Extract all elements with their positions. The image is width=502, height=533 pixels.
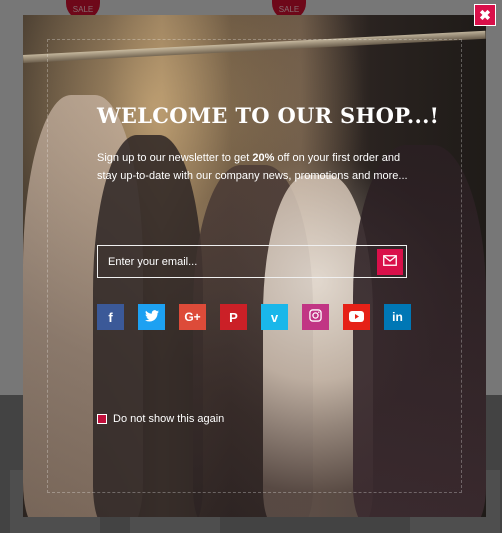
envelope-icon	[383, 254, 397, 269]
pinterest-icon: P	[229, 309, 238, 325]
close-icon: ✖	[479, 6, 491, 23]
dont-show-option[interactable]: Do not show this again	[97, 413, 224, 425]
close-popup-button[interactable]: ✖	[474, 4, 496, 26]
google-plus-link[interactable]: G+	[179, 304, 206, 330]
linkedin-icon: in	[392, 310, 403, 324]
facebook-icon: f	[108, 309, 113, 325]
description-prefix: Sign up to our newsletter to get	[97, 152, 253, 164]
dont-show-checkbox[interactable]	[97, 414, 107, 424]
facebook-link[interactable]: f	[97, 304, 124, 330]
subscribe-button[interactable]	[377, 248, 403, 275]
twitter-icon	[144, 309, 159, 325]
popup-title: WELCOME TO OUR SHOP...!	[97, 103, 440, 128]
popup-description: Sign up to our newsletter to get 20% off…	[97, 149, 417, 185]
instagram-icon	[309, 309, 322, 325]
youtube-icon	[349, 310, 364, 325]
pinterest-link[interactable]: P	[220, 304, 247, 330]
newsletter-form	[97, 245, 407, 278]
vimeo-icon: v	[270, 309, 279, 325]
newsletter-popup: WELCOME TO OUR SHOP...! Sign up to our n…	[23, 15, 486, 517]
youtube-link[interactable]	[343, 304, 370, 330]
dont-show-label: Do not show this again	[113, 413, 225, 425]
instagram-link[interactable]	[302, 304, 329, 330]
social-links: f G+ P v in	[97, 304, 411, 330]
discount-highlight: 20%	[252, 152, 275, 164]
vimeo-link[interactable]: v	[261, 304, 288, 330]
google-plus-icon: G+	[184, 310, 201, 324]
linkedin-link[interactable]: in	[384, 304, 411, 330]
twitter-link[interactable]	[138, 304, 165, 330]
email-input[interactable]	[98, 246, 377, 277]
